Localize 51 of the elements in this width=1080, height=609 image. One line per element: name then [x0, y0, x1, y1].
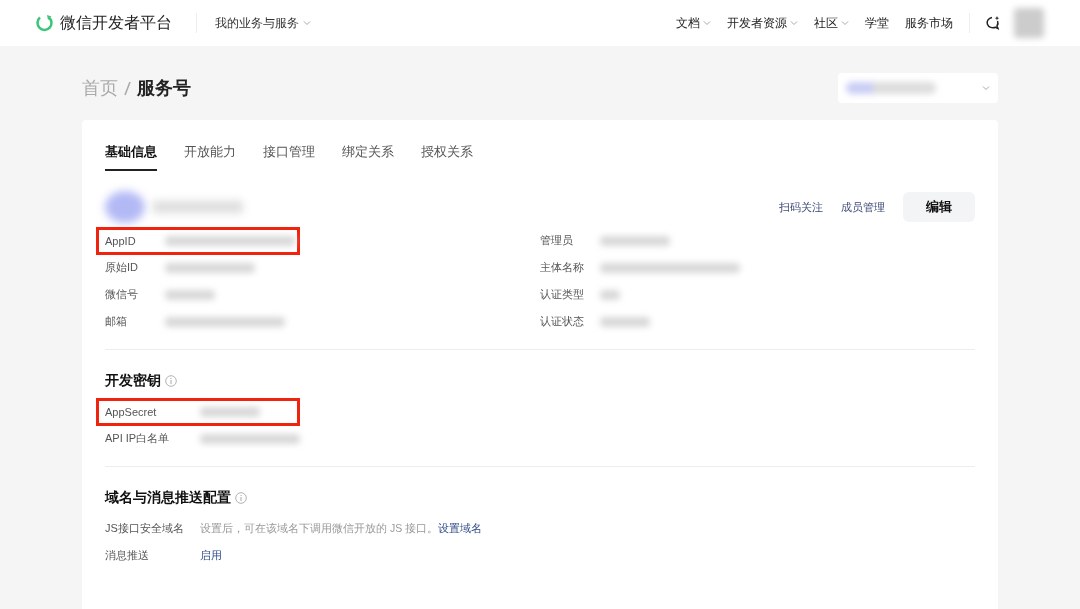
tab[interactable]: 绑定关系	[342, 142, 394, 171]
info-icon	[165, 375, 177, 387]
chevron-icon	[982, 84, 990, 92]
field-label: AppSecret	[105, 405, 158, 418]
tab[interactable]: 开放能力	[184, 142, 236, 171]
blurred-avatar	[105, 191, 145, 223]
enable-link[interactable]: 启用	[200, 548, 222, 563]
hint-text: 设置后，可在该域名下调用微信开放的 JS 接口。	[200, 521, 439, 536]
section-title: 域名与消息推送配置	[105, 489, 231, 507]
chevron-icon	[841, 19, 849, 27]
field-label: 微信号	[105, 287, 139, 302]
chevron-icon	[790, 19, 798, 27]
field-label: JS接口安全域名	[105, 521, 185, 536]
user-avatar[interactable]	[1014, 8, 1044, 38]
field-label: API IP白名单	[105, 431, 171, 446]
field-label: 认证状态	[540, 314, 585, 329]
field-label: 主体名称	[540, 260, 585, 275]
set-domain-link[interactable]: 设置域名	[438, 521, 483, 536]
tab[interactable]: 接口管理	[263, 142, 315, 171]
field-label: 消息推送	[105, 548, 150, 563]
breadcrumb-current: 服务号	[137, 77, 191, 100]
action-link[interactable]: 扫码关注	[779, 199, 823, 215]
nav-item[interactable]: 文档	[676, 14, 711, 32]
nav-item[interactable]: 开发者资源	[727, 14, 798, 32]
field-label: 邮箱	[105, 314, 128, 329]
services-menu[interactable]: 我的业务与服务	[215, 14, 311, 32]
nav-item[interactable]: 社区	[814, 14, 849, 32]
nav-item[interactable]: 服务市场	[905, 14, 953, 32]
account-selector[interactable]	[838, 73, 998, 103]
section-title: 开发密钥	[105, 372, 161, 390]
blurred-value	[165, 289, 215, 300]
field-label: AppID	[105, 234, 137, 247]
blurred-value	[600, 235, 670, 246]
edit-button[interactable]: 编辑	[903, 192, 975, 222]
field-label: 管理员	[540, 233, 574, 248]
nav-item[interactable]: 学堂	[865, 14, 889, 32]
tab[interactable]: 授权关系	[421, 142, 473, 171]
field-label: 原始ID	[105, 260, 139, 275]
logo-icon	[36, 14, 54, 32]
info-icon	[235, 492, 247, 504]
tab[interactable]: 基础信息	[105, 142, 157, 171]
blurred-value	[200, 406, 260, 417]
blurred-value	[600, 289, 620, 300]
chat-icon[interactable]	[984, 15, 1000, 31]
action-link[interactable]: 成员管理	[841, 199, 885, 215]
slash-icon	[124, 80, 131, 96]
logo-text: 微信开发者平台	[60, 12, 172, 33]
blurred-value	[600, 316, 650, 327]
chevron-icon	[703, 19, 711, 27]
chevron-icon	[303, 19, 311, 27]
field-label: 认证类型	[540, 287, 585, 302]
